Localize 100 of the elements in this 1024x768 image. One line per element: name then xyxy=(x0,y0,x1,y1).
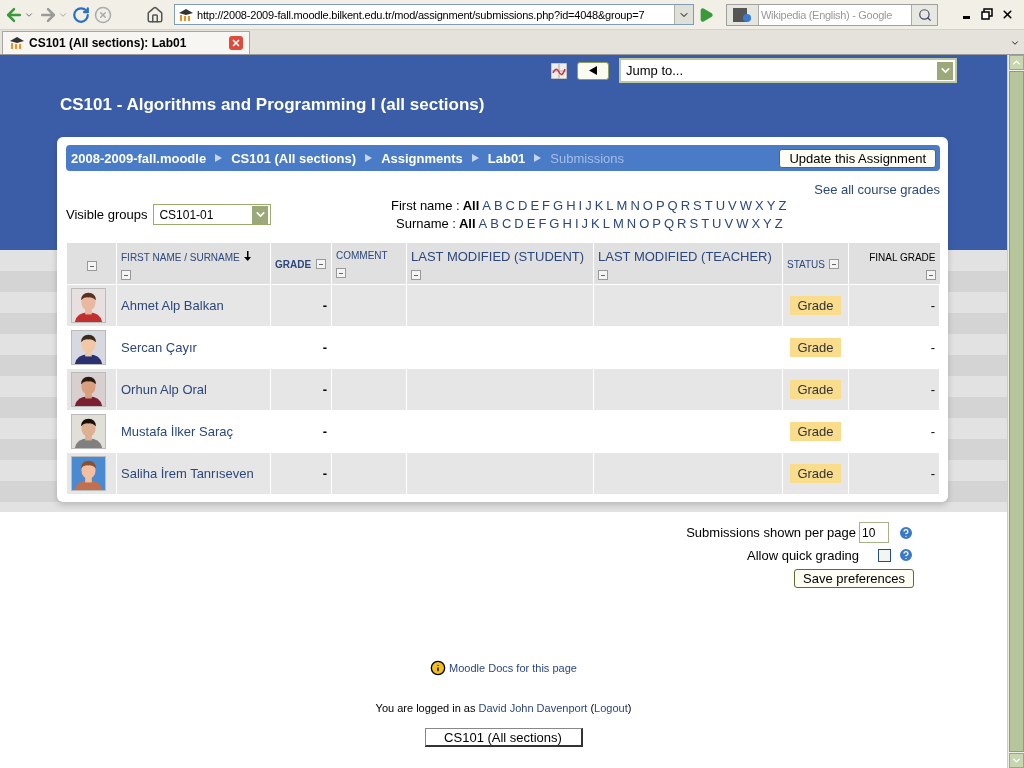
letter-filter[interactable]: L xyxy=(606,198,614,213)
letter-filter[interactable]: H xyxy=(562,216,572,231)
home-button[interactable] xyxy=(146,5,164,24)
chart-icon[interactable] xyxy=(551,62,567,79)
letter-filter[interactable]: Q xyxy=(663,216,675,231)
letter-filter[interactable]: K xyxy=(594,198,604,213)
letter-filter[interactable]: Q xyxy=(667,198,678,213)
letter-filter[interactable]: S xyxy=(689,216,699,231)
letter-filter[interactable]: S xyxy=(693,198,702,213)
collapse-icon[interactable] xyxy=(925,269,936,280)
breadcrumb-link[interactable]: Lab01 xyxy=(487,150,526,166)
help-icon[interactable] xyxy=(898,547,914,563)
letter-filter[interactable]: G xyxy=(553,198,564,213)
grade-button[interactable]: Grade xyxy=(790,421,841,441)
breadcrumb-link[interactable]: 2008-2009-fall.moodle xyxy=(71,150,207,166)
quick-grading-checkbox[interactable] xyxy=(878,548,891,562)
letter-filter[interactable]: X xyxy=(755,198,764,213)
letter-filter[interactable]: F xyxy=(542,198,550,213)
letter-filter[interactable]: All xyxy=(459,216,476,231)
history-dropdown-icon[interactable] xyxy=(674,5,693,24)
letter-filter[interactable]: V xyxy=(728,198,737,213)
restore-icon[interactable] xyxy=(981,8,993,20)
close-tab-icon[interactable] xyxy=(229,36,243,50)
letter-filter[interactable]: C xyxy=(501,216,512,231)
reload-button[interactable] xyxy=(72,5,90,24)
letter-filter[interactable]: O xyxy=(639,216,650,231)
letter-filter[interactable]: B xyxy=(493,198,503,213)
letter-filter[interactable]: D xyxy=(514,216,524,231)
update-assignment-button[interactable]: Update this Assignment xyxy=(779,148,936,168)
letter-filter[interactable]: R xyxy=(680,198,691,213)
letter-filter[interactable]: C xyxy=(505,198,515,213)
letter-filter[interactable]: E xyxy=(530,198,540,213)
letter-filter[interactable]: Z xyxy=(774,216,783,231)
letter-filter[interactable]: H xyxy=(566,198,576,213)
breadcrumb-link[interactable]: Assignments xyxy=(381,150,463,166)
course-button[interactable]: CS101 (All sections) xyxy=(424,728,583,747)
letter-filter[interactable]: P xyxy=(652,216,661,231)
letter-filter[interactable]: J xyxy=(581,216,588,231)
letter-filter[interactable]: I xyxy=(578,198,583,213)
breadcrumb-link[interactable]: CS101 (All sections) xyxy=(231,150,357,166)
user-link[interactable]: Logout xyxy=(594,702,628,714)
address-bar[interactable]: http://2008-2009-fall.moodle.bilkent.edu.tr/mod/assignment/submissions.php?id=4048&group=7 xyxy=(174,4,694,25)
letter-filter[interactable]: O xyxy=(642,198,653,213)
course-grades-link[interactable]: See all course grades xyxy=(66,182,940,197)
letter-filter[interactable]: B xyxy=(490,216,499,231)
letter-filter[interactable]: D xyxy=(518,198,528,213)
letter-filter[interactable]: V xyxy=(724,216,734,231)
save-preferences-button[interactable]: Save preferences xyxy=(794,569,914,588)
letter-filter[interactable]: X xyxy=(751,216,761,231)
go-button[interactable] xyxy=(698,6,714,23)
first-name-sort-link[interactable]: FIRST NAME xyxy=(121,252,182,263)
letter-filter[interactable]: M xyxy=(612,216,624,231)
search-engine-icon[interactable] xyxy=(727,4,759,25)
letter-filter[interactable]: T xyxy=(704,198,713,213)
letter-filter[interactable]: U xyxy=(712,216,722,231)
letter-filter[interactable]: K xyxy=(591,216,600,231)
grade-button[interactable]: Grade xyxy=(790,379,841,399)
group-select[interactable]: CS101-01 xyxy=(153,204,272,225)
letter-filter[interactable]: T xyxy=(701,216,710,231)
letter-filter[interactable]: W xyxy=(739,198,753,213)
letter-filter[interactable]: P xyxy=(655,198,665,213)
letter-filter[interactable]: G xyxy=(549,216,560,231)
grade-button[interactable]: Grade xyxy=(790,295,841,315)
letter-filter[interactable]: A xyxy=(482,198,491,213)
triangle-left-icon[interactable] xyxy=(589,66,597,75)
letter-filter[interactable]: W xyxy=(736,216,749,231)
user-link[interactable]: David John Davenport xyxy=(478,702,588,714)
column-header[interactable]: STATUS xyxy=(787,259,825,271)
letter-filter[interactable]: N xyxy=(626,216,637,231)
letter-filter[interactable]: J xyxy=(585,198,592,213)
grade-button[interactable]: Grade xyxy=(790,463,841,483)
letter-filter[interactable]: Y xyxy=(766,198,776,213)
letter-filter[interactable]: All xyxy=(462,198,480,213)
collapse-icon[interactable] xyxy=(829,259,840,269)
collapse-icon[interactable] xyxy=(336,268,346,278)
collapse-icon[interactable] xyxy=(598,269,608,280)
column-header[interactable]: GRADE xyxy=(275,259,312,271)
letter-filter[interactable]: Z xyxy=(778,198,787,213)
previous-button[interactable] xyxy=(577,61,609,80)
collapse-icon[interactable] xyxy=(121,269,131,280)
per-page-field[interactable]: 10 xyxy=(859,522,889,543)
moodle-docs-link[interactable]: Moodle Docs for this page xyxy=(449,662,577,674)
browser-tab[interactable]: CS101 (All sections): Lab01 xyxy=(2,31,250,54)
letter-filter[interactable]: R xyxy=(677,216,687,231)
search-icon[interactable] xyxy=(911,4,937,25)
collapse-icon[interactable] xyxy=(86,261,97,271)
letter-filter[interactable]: N xyxy=(630,198,640,213)
letter-filter[interactable]: I xyxy=(574,216,579,231)
letter-filter[interactable]: A xyxy=(478,216,488,231)
collapse-icon[interactable] xyxy=(315,259,326,269)
close-icon[interactable] xyxy=(1001,8,1014,21)
letter-filter[interactable]: M xyxy=(616,198,628,213)
jump-to-select[interactable]: Jump to... xyxy=(619,58,957,83)
student-name-link[interactable]: Sercan Çayır xyxy=(121,339,197,355)
letter-filter[interactable]: U xyxy=(715,198,726,213)
help-icon[interactable] xyxy=(898,524,914,541)
search-bar[interactable]: Wikipedia (English) - Google xyxy=(726,3,938,26)
surname-sort-link[interactable]: SURNAME xyxy=(189,252,240,263)
collapse-icon[interactable] xyxy=(411,269,421,280)
letter-filter[interactable]: Y xyxy=(763,216,772,231)
